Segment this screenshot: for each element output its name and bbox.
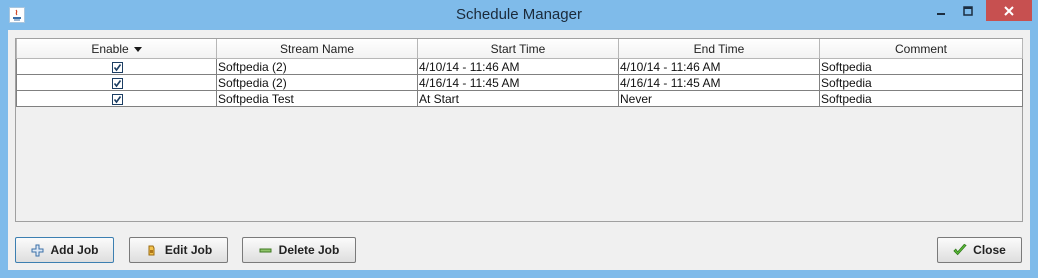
table-header-row: Enable Stream Name Start Time End Time C… — [16, 39, 1023, 59]
column-header-start-time[interactable]: Start Time — [417, 39, 619, 59]
maximize-icon — [963, 5, 973, 16]
minimize-button[interactable] — [928, 0, 954, 21]
title-bar[interactable]: Schedule Manager — [0, 0, 1038, 30]
delete-job-button[interactable]: Delete Job — [242, 237, 356, 263]
start-time-cell[interactable]: 4/16/14 - 11:45 AM — [417, 74, 619, 91]
start-time-cell[interactable]: 4/10/14 - 11:46 AM — [417, 58, 619, 75]
start-time-cell[interactable]: At Start — [417, 90, 619, 107]
edit-job-button[interactable]: Edit Job — [129, 237, 228, 263]
close-icon — [1004, 5, 1014, 16]
window-close-button[interactable] — [986, 0, 1032, 21]
end-time-cell[interactable]: Never — [618, 90, 820, 107]
column-header-enable[interactable]: Enable — [16, 39, 217, 59]
dialog-content: Enable Stream Name Start Time End Time C… — [8, 30, 1030, 270]
add-job-button[interactable]: Add Job — [15, 237, 114, 263]
stream-name-cell[interactable]: Softpedia Test — [216, 90, 418, 107]
table-row[interactable]: Softpedia (2) 4/10/14 - 11:46 AM 4/10/14… — [16, 58, 1023, 75]
edit-job-label: Edit Job — [164, 243, 213, 257]
window-title: Schedule Manager — [456, 6, 582, 23]
delete-job-label: Delete Job — [278, 243, 340, 257]
enable-checkbox[interactable] — [111, 77, 123, 89]
pencil-icon — [145, 243, 159, 257]
column-header-end-time[interactable]: End Time — [618, 39, 820, 59]
enable-cell[interactable] — [16, 90, 217, 107]
comment-cell[interactable]: Softpedia — [819, 58, 1023, 75]
maximize-button[interactable] — [954, 0, 982, 21]
schedule-table: Enable Stream Name Start Time End Time C… — [16, 39, 1023, 107]
sort-descending-icon — [133, 46, 142, 52]
stream-name-cell[interactable]: Softpedia (2) — [216, 74, 418, 91]
checkmark-icon — [113, 79, 121, 88]
enable-checkbox[interactable] — [111, 61, 123, 73]
table-row[interactable]: Softpedia Test At Start Never Softpedia — [16, 90, 1023, 107]
end-time-cell[interactable]: 4/16/14 - 11:45 AM — [618, 74, 820, 91]
stream-name-cell[interactable]: Softpedia (2) — [216, 58, 418, 75]
minimize-icon — [937, 12, 945, 15]
column-header-stream-name[interactable]: Stream Name — [216, 39, 418, 59]
enable-cell[interactable] — [16, 58, 217, 75]
minus-icon — [259, 243, 273, 257]
add-job-label: Add Job — [50, 243, 99, 257]
close-button[interactable]: Close — [937, 237, 1022, 263]
enable-cell[interactable] — [16, 74, 217, 91]
plus-icon — [31, 243, 45, 257]
checkmark-icon — [113, 95, 121, 104]
schedule-table-container: Enable Stream Name Start Time End Time C… — [15, 38, 1023, 222]
column-header-comment[interactable]: Comment — [819, 39, 1023, 59]
comment-cell[interactable]: Softpedia — [819, 74, 1023, 91]
checkmark-icon — [953, 243, 967, 257]
enable-checkbox[interactable] — [111, 93, 123, 105]
end-time-cell[interactable]: 4/10/14 - 11:46 AM — [618, 58, 820, 75]
table-row[interactable]: Softpedia (2) 4/16/14 - 11:45 AM 4/16/14… — [16, 74, 1023, 91]
checkmark-icon — [113, 63, 121, 72]
close-label: Close — [973, 243, 1006, 257]
comment-cell[interactable]: Softpedia — [819, 90, 1023, 107]
schedule-manager-window: Schedule Manager Enable Stream Name Star… — [0, 0, 1038, 278]
